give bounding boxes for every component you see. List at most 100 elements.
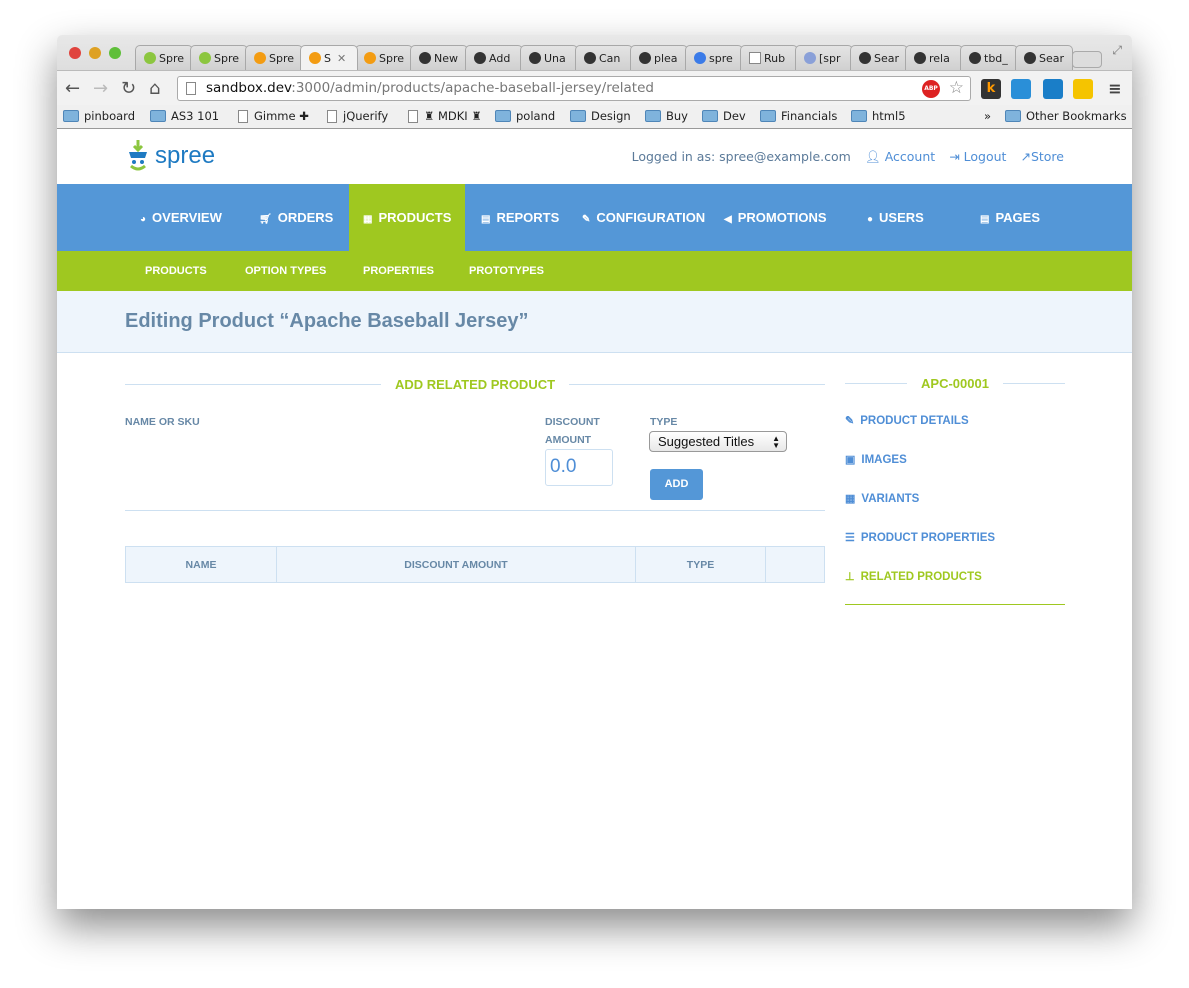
zoom-window-button[interactable] (109, 47, 121, 59)
bookmark-item[interactable]: Design (570, 109, 631, 123)
browser-tab[interactable]: Spre (355, 45, 413, 70)
external-link-icon: ↗ (1020, 149, 1031, 164)
nav-label: CONFIGURATION (596, 210, 706, 225)
bookmarks-overflow-button[interactable]: » (984, 109, 991, 123)
name-or-sku-input[interactable] (125, 433, 525, 463)
browser-tab[interactable]: spre (685, 45, 743, 70)
sidebar-item-images[interactable]: ▣ IMAGES (845, 453, 907, 467)
sidebar-item-label: VARIANTS (861, 492, 920, 505)
browser-tab[interactable]: Una (520, 45, 578, 70)
page-icon (749, 52, 761, 64)
spree-logo-icon (129, 140, 147, 171)
browser-tab[interactable]: Spre (190, 45, 248, 70)
bookmark-item[interactable]: jQuerify (327, 109, 388, 123)
tab-label: tbd_ (984, 51, 1008, 65)
nav-users[interactable]: ● USERS (867, 184, 924, 251)
discount-amount-input[interactable]: 0.0 (545, 449, 613, 486)
nav-orders[interactable]: 🛒︎ ORDERS (259, 184, 333, 251)
browser-tab[interactable]: rela (905, 45, 963, 70)
user-icon: ● (867, 214, 874, 225)
add-button[interactable]: ADD (650, 469, 703, 500)
extension-k-icon[interactable]: k (981, 79, 1001, 99)
nav-promotions[interactable]: ◀ PROMOTIONS (724, 184, 827, 251)
folder-icon (1005, 110, 1021, 122)
other-bookmarks[interactable]: Other Bookmarks (1005, 109, 1127, 123)
browser-tab[interactable]: S ✕ (300, 45, 358, 70)
browser-tab[interactable]: Add (465, 45, 523, 70)
nav-label: PAGES (995, 210, 1041, 225)
sidebar-item-variants[interactable]: ▦ VARIANTS (845, 492, 920, 506)
bookmark-item[interactable]: Dev (702, 109, 746, 123)
sidebar-item-product-properties[interactable]: ☰ PRODUCT PROPERTIES (845, 531, 995, 545)
nav-products[interactable]: ▦ PRODUCTS (349, 184, 466, 251)
fullscreen-icon[interactable]: ⤢ (1112, 43, 1122, 58)
spree-logo[interactable]: spree (127, 140, 215, 172)
grid-icon: ▦ (845, 493, 856, 505)
nav-configuration[interactable]: ✎ CONFIGURATION (582, 184, 705, 251)
account-link[interactable]: 👤︎ Account (865, 149, 935, 165)
subnav-prototypes[interactable]: PROTOTYPES (469, 251, 544, 291)
nav-reports[interactable]: ▤ REPORTS (481, 184, 559, 251)
browser-tab[interactable]: tbd_ (960, 45, 1018, 70)
store-link[interactable]: ↗Store (1020, 149, 1064, 165)
sidebar-item-product-details[interactable]: ✎ PRODUCT DETAILS (845, 414, 969, 428)
column-header-discount: DISCOUNT AMOUNT (276, 546, 636, 583)
extension-shortcut-icon[interactable] (1073, 79, 1093, 99)
browser-tab[interactable]: Can (575, 45, 633, 70)
close-window-button[interactable] (69, 47, 81, 59)
bookmark-item[interactable]: Gimme ✚ (238, 109, 309, 123)
sidebar-item-label: RELATED PRODUCTS (860, 570, 982, 583)
bookmark-item[interactable]: html5 (851, 109, 906, 123)
forward-button[interactable]: → (93, 78, 108, 99)
reload-button[interactable]: ↻ (121, 78, 136, 99)
bookmark-star-icon[interactable]: ☆ (949, 77, 964, 100)
bookmark-item[interactable]: poland (495, 109, 555, 123)
close-tab-icon[interactable]: ✕ (337, 52, 346, 65)
type-select[interactable]: Suggested Titles ▲ ▼ (649, 431, 787, 452)
sidebar-item-label: PRODUCT DETAILS (860, 414, 969, 427)
subnav-option-types[interactable]: OPTION TYPES (245, 251, 326, 291)
account-label: Account (884, 149, 936, 164)
browser-tab[interactable]: New (410, 45, 468, 70)
home-button[interactable]: ⌂ (149, 78, 160, 99)
rss-icon (254, 52, 266, 64)
browser-tab[interactable]: Spre (135, 45, 193, 70)
adblock-icon[interactable]: ABP (922, 80, 940, 98)
bookmark-item[interactable]: Financials (760, 109, 837, 123)
nav-label: USERS (879, 210, 924, 225)
page-icon (238, 109, 248, 123)
browser-tab[interactable]: Rub (740, 45, 798, 70)
user-bar: Logged in as: spree@example.com 👤︎ Accou… (632, 149, 1064, 165)
main-nav: ◕ OVERVIEW 🛒︎ ORDERS ▦ PRODUCTS ▤ REPORTS ✎ CONFI… (57, 184, 1132, 251)
browser-tab[interactable]: [spr (795, 45, 853, 70)
back-button[interactable]: ← (65, 78, 80, 99)
bookmark-item[interactable]: ♜ MDKI ♜ (408, 109, 482, 123)
type-label: TYPE (650, 416, 678, 428)
browser-tab[interactable]: Sear (850, 45, 908, 70)
nav-label: OVERVIEW (152, 210, 222, 225)
discount-label: DISCOUNT (545, 416, 600, 428)
browser-tab[interactable]: Sear (1015, 45, 1073, 70)
minimize-window-button[interactable] (89, 47, 101, 59)
extension-screenshot-icon[interactable] (1043, 79, 1063, 99)
admin-header: spree Logged in as: spree@example.com 👤︎… (57, 130, 1132, 184)
bookmark-label: Gimme ✚ (254, 109, 309, 123)
address-bar[interactable]: sandbox.dev:3000/admin/products/apache-b… (177, 76, 971, 101)
bookmark-item[interactable]: pinboard (63, 109, 135, 123)
nav-overview[interactable]: ◕ OVERVIEW (140, 184, 222, 251)
github-icon (419, 52, 431, 64)
bookmark-item[interactable]: Buy (645, 109, 688, 123)
extension-seo-icon[interactable] (1011, 79, 1031, 99)
sidebar-item-related-products[interactable]: ⊥ RELATED PRODUCTS (845, 570, 982, 584)
chrome-menu-icon[interactable]: ≡ (1105, 79, 1125, 99)
nav-pages[interactable]: ▤ PAGES (980, 184, 1040, 251)
browser-tab[interactable]: plea (630, 45, 688, 70)
add-related-title: ADD RELATED PRODUCT (394, 377, 556, 392)
logo-text: spree (155, 142, 216, 169)
subnav-properties[interactable]: PROPERTIES (363, 251, 434, 291)
browser-tab[interactable]: Spre (245, 45, 303, 70)
bookmark-item[interactable]: AS3 101 (150, 109, 219, 123)
subnav-products[interactable]: PRODUCTS (145, 251, 207, 291)
logout-link[interactable]: ⇥ Logout (949, 149, 1006, 165)
new-tab-button[interactable] (1072, 51, 1102, 68)
